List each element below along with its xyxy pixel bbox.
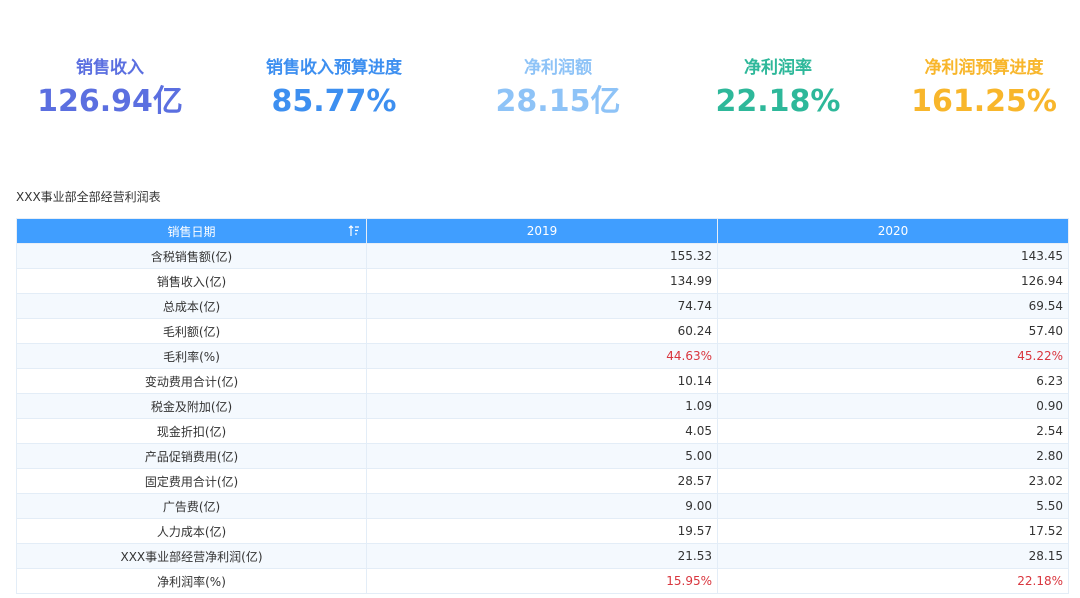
cell-metric: 毛利率(%): [16, 343, 367, 369]
cell-metric: 总成本(亿): [16, 293, 367, 319]
cell-2020: 22.18%: [717, 568, 1069, 594]
kpi-label: 净利润率: [744, 58, 812, 78]
kpi-value: 22.18%: [715, 84, 841, 119]
column-header-2019[interactable]: 2019: [366, 218, 718, 244]
cell-metric: 税金及附加(亿): [16, 393, 367, 419]
kpi-net-profit-rate: 净利润率 22.18%: [668, 56, 888, 122]
cell-metric: 人力成本(亿): [16, 518, 367, 544]
table-header-row: 销售日期 2019 2020: [16, 218, 1069, 244]
cell-2019: 134.99: [366, 268, 718, 294]
column-header-sales-date[interactable]: 销售日期: [16, 218, 367, 244]
kpi-row: 销售收入 126.94亿 销售收入预算进度 85.77% 净利润额 28.15亿…: [0, 56, 1080, 136]
cell-2019: 19.57: [366, 518, 718, 544]
kpi-label: 净利润额: [524, 58, 592, 78]
cell-2019: 21.53: [366, 543, 718, 569]
cell-metric: XXX事业部经营净利润(亿): [16, 543, 367, 569]
cell-2019: 10.14: [366, 368, 718, 394]
cell-2019: 5.00: [366, 443, 718, 469]
table-row: XXX事业部经营净利润(亿) 21.53 28.15: [16, 543, 1069, 569]
cell-2020: 45.22%: [717, 343, 1069, 369]
kpi-value: 85.77%: [271, 84, 397, 119]
cell-metric: 产品促销费用(亿): [16, 443, 367, 469]
cell-2020: 143.45: [717, 243, 1069, 269]
kpi-net-profit-budget-progress: 净利润预算进度 161.25%: [874, 56, 1080, 122]
cell-2019: 9.00: [366, 493, 718, 519]
table-row: 销售收入(亿) 134.99 126.94: [16, 268, 1069, 294]
cell-metric: 含税销售额(亿): [16, 243, 367, 269]
table-title: XXX事业部全部经营利润表: [16, 190, 161, 204]
cell-2019: 74.74: [366, 293, 718, 319]
table-row: 含税销售额(亿) 155.32 143.45: [16, 243, 1069, 269]
table-row: 税金及附加(亿) 1.09 0.90: [16, 393, 1069, 419]
cell-2020: 69.54: [717, 293, 1069, 319]
kpi-label: 净利润预算进度: [924, 58, 1044, 78]
table-row: 总成本(亿) 74.74 69.54: [16, 293, 1069, 319]
cell-2019: 1.09: [366, 393, 718, 419]
cell-metric: 变动费用合计(亿): [16, 368, 367, 394]
sort-icon[interactable]: [348, 224, 360, 238]
cell-metric: 固定费用合计(亿): [16, 468, 367, 494]
cell-2019: 155.32: [366, 243, 718, 269]
cell-2020: 0.90: [717, 393, 1069, 419]
profit-table: 销售日期 2019 2020 含税销售额(亿) 155.32 143.45 销售收入(…: [16, 218, 1069, 594]
cell-2019: 28.57: [366, 468, 718, 494]
kpi-value: 28.15亿: [495, 84, 621, 119]
cell-2019: 44.63%: [366, 343, 718, 369]
cell-2019: 60.24: [366, 318, 718, 344]
kpi-value: 126.94亿: [37, 84, 183, 119]
kpi-sales-budget-progress: 销售收入预算进度 85.77%: [224, 56, 444, 122]
cell-2019: 4.05: [366, 418, 718, 444]
cell-2020: 23.02: [717, 468, 1069, 494]
table-row: 人力成本(亿) 19.57 17.52: [16, 518, 1069, 544]
table-row: 毛利率(%) 44.63% 45.22%: [16, 343, 1069, 369]
table-row: 广告费(亿) 9.00 5.50: [16, 493, 1069, 519]
table-row: 固定费用合计(亿) 28.57 23.02: [16, 468, 1069, 494]
kpi-sales-revenue: 销售收入 126.94亿: [0, 56, 220, 122]
cell-2020: 6.23: [717, 368, 1069, 394]
kpi-label: 销售收入预算进度: [266, 58, 402, 78]
kpi-label: 销售收入: [76, 58, 144, 78]
cell-2020: 2.54: [717, 418, 1069, 444]
cell-metric: 净利润率(%): [16, 568, 367, 594]
table-row: 变动费用合计(亿) 10.14 6.23: [16, 368, 1069, 394]
cell-2020: 2.80: [717, 443, 1069, 469]
cell-metric: 销售收入(亿): [16, 268, 367, 294]
cell-2020: 5.50: [717, 493, 1069, 519]
table-body: 含税销售额(亿) 155.32 143.45 销售收入(亿) 134.99 126.94 总…: [16, 243, 1069, 594]
table-row: 产品促销费用(亿) 5.00 2.80: [16, 443, 1069, 469]
cell-2020: 28.15: [717, 543, 1069, 569]
cell-metric: 毛利额(亿): [16, 318, 367, 344]
kpi-value: 161.25%: [911, 84, 1057, 119]
column-header-label: 销售日期: [167, 224, 216, 239]
cell-2019: 15.95%: [366, 568, 718, 594]
cell-2020: 57.40: [717, 318, 1069, 344]
table-row: 净利润率(%) 15.95% 22.18%: [16, 568, 1069, 594]
table-row: 现金折扣(亿) 4.05 2.54: [16, 418, 1069, 444]
table-row: 毛利额(亿) 60.24 57.40: [16, 318, 1069, 344]
column-header-2020[interactable]: 2020: [717, 218, 1069, 244]
cell-2020: 17.52: [717, 518, 1069, 544]
cell-metric: 广告费(亿): [16, 493, 367, 519]
kpi-net-profit: 净利润额 28.15亿: [448, 56, 668, 122]
cell-2020: 126.94: [717, 268, 1069, 294]
cell-metric: 现金折扣(亿): [16, 418, 367, 444]
